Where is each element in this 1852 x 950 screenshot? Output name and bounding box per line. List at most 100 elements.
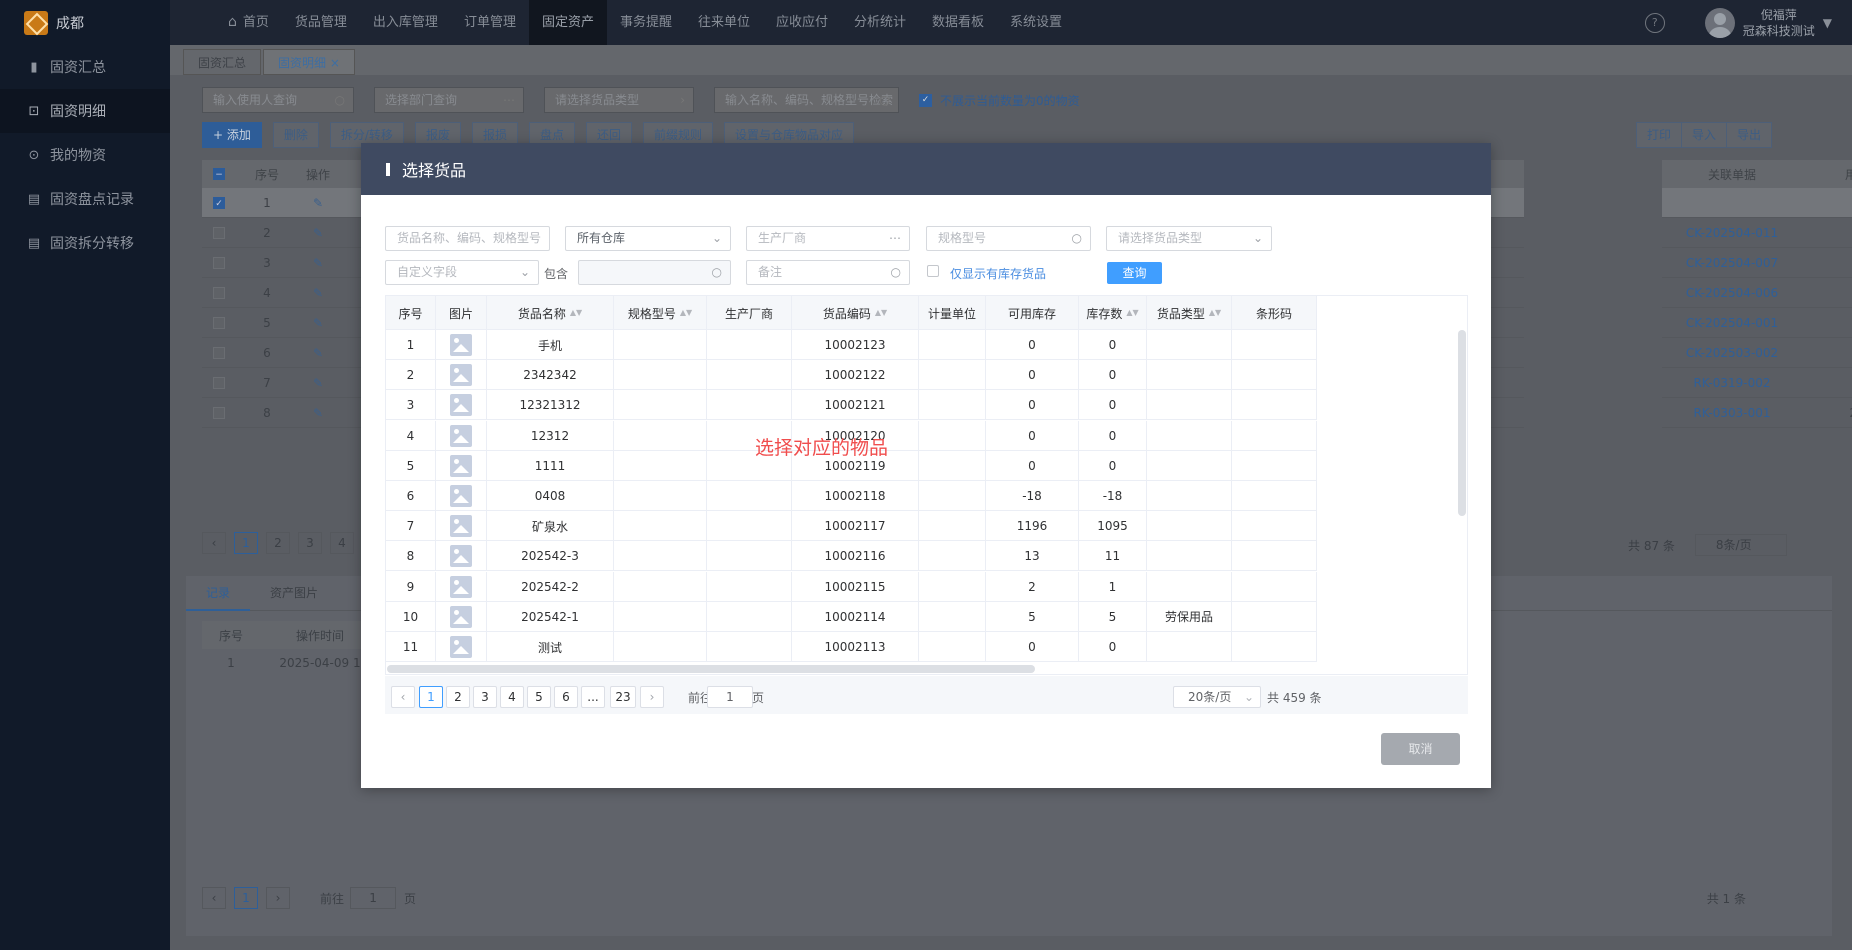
nav-item-5[interactable]: 固定资产	[528, 0, 607, 45]
edit-icon[interactable]: ✎	[313, 376, 323, 390]
col-stock[interactable]: 库存数 ▲▼	[1079, 296, 1147, 330]
page-size-select[interactable]: 20条/页 ⌄	[1173, 686, 1261, 708]
close-icon[interactable]: ×	[330, 56, 340, 70]
page-6-button[interactable]: 6	[554, 686, 578, 708]
cell-related-doc[interactable]: CK-202504-006	[1662, 278, 1802, 307]
type-select[interactable]: 请选择货品类型 ›	[544, 87, 694, 113]
edit-icon[interactable]: ✎	[313, 316, 323, 330]
warehouse-select[interactable]: 所有仓库 ⌄	[565, 226, 731, 251]
table-row[interactable]: 8 202542-3 10002116 13 11	[386, 541, 1317, 572]
user-search-input[interactable]: 输入使用人查询 ○	[202, 87, 354, 113]
more-pages-button[interactable]: ...	[581, 686, 605, 708]
page-3-button[interactable]: 3	[298, 532, 322, 554]
select-all-checkbox[interactable]: −	[213, 168, 225, 180]
checkbox-cell[interactable]	[202, 248, 236, 277]
tab-asset-detail[interactable]: 固资明细 ×	[263, 49, 355, 75]
query-button[interactable]: 查询	[1107, 262, 1162, 284]
sort-icon[interactable]: ▲▼	[1209, 309, 1221, 317]
page-1-button[interactable]: 1	[234, 532, 258, 554]
table-row[interactable]: 11 测试 10002113 0 0	[386, 632, 1317, 662]
prev-page-button[interactable]: ‹	[202, 887, 226, 909]
nav-item-11[interactable]: 系统设置	[997, 0, 1075, 45]
vertical-scrollbar[interactable]	[1458, 330, 1466, 516]
import-button[interactable]: 导入	[1680, 122, 1726, 148]
page-5-button[interactable]: 5	[527, 686, 551, 708]
cell-action[interactable]: ✎	[298, 188, 338, 217]
dept-select[interactable]: 选择部门查询 ⋯	[374, 87, 524, 113]
avatar[interactable]	[1704, 7, 1735, 38]
sort-icon[interactable]: ▲▼	[570, 309, 582, 317]
cancel-button[interactable]: 取消	[1381, 733, 1460, 765]
goto-input[interactable]: 1	[707, 686, 753, 708]
cell-action[interactable]: ✎	[298, 218, 338, 247]
print-button[interactable]: 打印	[1635, 122, 1681, 148]
sort-icon[interactable]: ▲▼	[680, 309, 692, 317]
cell-related-doc[interactable]: RK-0319-002	[1662, 368, 1802, 397]
goto-input[interactable]: 1	[350, 887, 397, 909]
custom-field-select[interactable]: 自定义字段 ⌄	[385, 260, 539, 285]
cell-related-doc[interactable]: CK-202503-002	[1662, 338, 1802, 367]
tab-record[interactable]: 记录	[186, 576, 251, 611]
nav-item-4[interactable]: 订单管理	[451, 0, 529, 45]
nav-item-2[interactable]: 货品管理	[282, 0, 360, 45]
image-icon[interactable]	[450, 605, 472, 628]
row-checkbox[interactable]	[213, 346, 225, 359]
tab-asset-images[interactable]: 资产图片	[250, 576, 338, 611]
next-page-button[interactable]: ›	[266, 887, 290, 909]
checkbox-cell[interactable]	[202, 398, 236, 427]
page-4-button[interactable]: 4	[330, 532, 354, 554]
page-2-button[interactable]: 2	[266, 532, 290, 554]
prev-page-button[interactable]: ‹	[391, 686, 415, 708]
nav-item-10[interactable]: 数据看板	[919, 0, 997, 45]
row-checkbox[interactable]	[213, 406, 225, 419]
nav-item-9[interactable]: 分析统计	[841, 0, 919, 45]
cell-action[interactable]: ✎	[298, 338, 338, 367]
goods-type-select[interactable]: 请选择货品类型 ⌄	[1106, 226, 1272, 251]
row-checkbox[interactable]	[213, 286, 225, 299]
nav-item-7[interactable]: 往来单位	[685, 0, 763, 45]
nav-item-6[interactable]: 事务提醒	[607, 0, 685, 45]
image-icon[interactable]	[450, 545, 472, 568]
page-23-button[interactable]: 23	[610, 686, 636, 708]
sidebar-item-3[interactable]: ⊙ 我的物资	[0, 133, 170, 177]
edit-icon[interactable]: ✎	[313, 196, 323, 210]
image-icon[interactable]	[450, 424, 472, 447]
sidebar-item-2[interactable]: ⊡ 固资明细	[0, 89, 170, 133]
checkbox-cell[interactable]: ✓	[202, 188, 236, 217]
checkbox-cell[interactable]	[202, 368, 236, 397]
image-icon[interactable]	[450, 454, 472, 477]
cell-related-doc[interactable]: CK-202504-007	[1662, 248, 1802, 277]
checkbox-cell[interactable]	[202, 308, 236, 337]
edit-icon[interactable]: ✎	[313, 346, 323, 360]
table-row[interactable]: 6 0408 10002118 -18 -18	[386, 481, 1317, 511]
help-icon[interactable]: ?	[1644, 12, 1665, 33]
sidebar-item-5[interactable]: ▤ 固资拆分转移	[0, 221, 170, 265]
row-checkbox[interactable]	[213, 226, 225, 239]
checkbox-cell[interactable]	[202, 218, 236, 247]
keyword-search-input[interactable]: 输入名称、编码、规格型号检索 ○	[714, 87, 899, 113]
cell-related-doc[interactable]: RK-0303-001	[1662, 398, 1802, 427]
checkbox-cell[interactable]	[202, 278, 236, 307]
table-row[interactable]: 3 12321312 10002121 0 0	[386, 390, 1317, 421]
row-checkbox[interactable]	[213, 376, 225, 389]
brand[interactable]: 成都	[0, 0, 170, 45]
stock-only-label[interactable]: 仅显示有库存货品	[950, 265, 1046, 282]
cell-related-doc[interactable]	[1662, 188, 1802, 217]
spec-input[interactable]: 规格型号 ○	[926, 226, 1091, 251]
goods-search-input[interactable]: 货品名称、编码、规格型号	[385, 226, 550, 251]
remark-input[interactable]: 备注 ○	[746, 260, 910, 285]
image-icon[interactable]	[450, 636, 472, 658]
image-icon[interactable]	[450, 334, 472, 356]
horizontal-scrollbar[interactable]	[387, 665, 1035, 673]
page-1-button[interactable]: 1	[234, 887, 258, 909]
edit-icon[interactable]: ✎	[313, 406, 323, 420]
edit-icon[interactable]: ✎	[313, 256, 323, 270]
nav-item-8[interactable]: 应收应付	[763, 0, 841, 45]
sort-icon[interactable]: ▲▼	[875, 309, 887, 317]
image-icon[interactable]	[450, 364, 472, 387]
col-goods-name[interactable]: 货品名称 ▲▼	[487, 296, 614, 330]
nav-item-3[interactable]: 出入库管理	[360, 0, 451, 45]
checkbox-cell[interactable]	[202, 338, 236, 367]
select-all-checkbox-cell[interactable]: −	[202, 160, 236, 188]
page-1-button[interactable]: 1	[419, 686, 443, 708]
